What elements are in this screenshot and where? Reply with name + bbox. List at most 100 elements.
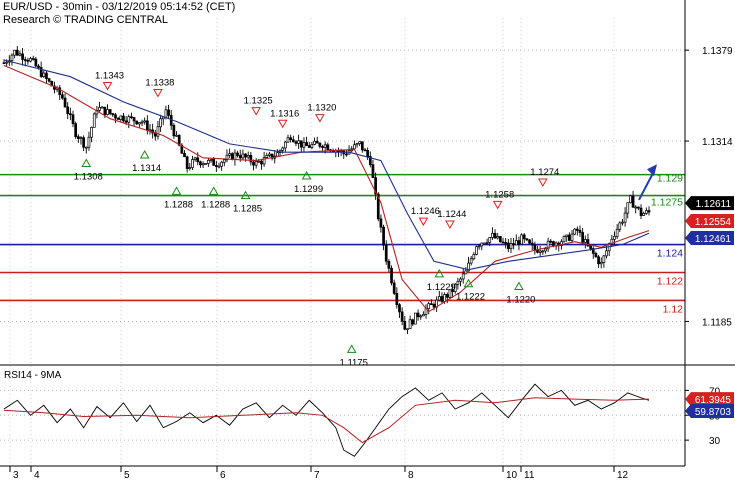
candle-body (212, 159, 216, 166)
candle-body (528, 239, 531, 244)
high-marker (102, 82, 113, 91)
candle-body (156, 126, 160, 137)
candle-body (504, 242, 508, 244)
price-tag-label: 59.8703 (695, 407, 732, 418)
time-tick-label: 6 (220, 470, 226, 480)
candle-body (199, 161, 202, 166)
candle-body (491, 232, 494, 238)
candle-body (61, 94, 64, 99)
low-label: 1.1308 (74, 171, 103, 182)
candle-body (188, 167, 192, 169)
candle-body (254, 161, 258, 166)
candle-body (29, 58, 32, 62)
candle-body (549, 240, 553, 243)
candle-body (313, 140, 316, 145)
candle-body (387, 260, 391, 269)
candle-body (379, 218, 383, 228)
candle-body (594, 253, 598, 258)
candle-body (390, 267, 393, 284)
candle-body (66, 106, 70, 114)
candle-body (201, 163, 205, 166)
candle-body (90, 126, 93, 138)
low-marker (514, 281, 524, 291)
candle-body (18, 53, 22, 56)
candle-body (63, 97, 67, 108)
candle-body (42, 72, 46, 77)
candle-body (565, 234, 569, 237)
candle-body (305, 142, 308, 147)
low-label: 1.1299 (294, 184, 323, 195)
high-marker (251, 107, 262, 116)
candle-body (631, 195, 635, 208)
candle-body (477, 245, 481, 248)
candle-body (403, 320, 407, 330)
candle-body (639, 207, 643, 216)
candle-body (111, 113, 115, 116)
candle-body (506, 242, 510, 249)
candle-body (419, 315, 423, 318)
chart-svg: 1.129 1.1275 1.124 1.122 1.12 1.1343 1.1338 1.… (0, 0, 735, 480)
candle-body (637, 206, 640, 209)
candle-body (228, 153, 231, 156)
candle-body (191, 159, 194, 168)
price-tick-label: 1.1185 (702, 317, 732, 328)
rsi-series (3, 383, 650, 457)
chart-subtitle: Research © TRADING CENTRAL (3, 14, 168, 26)
low-marker (434, 268, 445, 278)
low-label: 1.1288 (201, 199, 230, 210)
candle-body (265, 155, 269, 158)
candle-body (445, 294, 449, 298)
candle-body (512, 243, 515, 246)
candle-body (597, 256, 600, 265)
low-label: 1.1229 (427, 282, 456, 293)
candle-body (291, 139, 295, 143)
candle-body (238, 155, 242, 159)
candle-body (108, 109, 112, 114)
candle-body (562, 236, 566, 243)
candle-body (124, 120, 128, 123)
rsi-ma-line (3, 397, 650, 444)
candle-body (284, 141, 287, 149)
candle-body (355, 143, 359, 146)
candle-body (244, 153, 247, 158)
candle-body (360, 141, 364, 151)
high-label: 1.1338 (145, 77, 174, 88)
candle-body (13, 49, 16, 56)
candle-body (575, 228, 579, 231)
candle-body (21, 53, 24, 60)
candle-body (414, 312, 417, 325)
low-label: 1.1175 (340, 357, 368, 368)
high-label: 1.1343 (95, 71, 124, 82)
candle-body (69, 113, 72, 116)
candle-body (260, 160, 263, 165)
candle-body (358, 141, 362, 144)
candle-body (613, 236, 616, 240)
candle-body (307, 145, 311, 148)
high-marker (418, 217, 429, 227)
high-label: 1.1316 (270, 108, 299, 119)
candle-body (185, 156, 189, 169)
candle-body (644, 210, 648, 214)
candle-body (159, 118, 162, 128)
candle-body (103, 106, 107, 115)
high-label: 1.1320 (307, 103, 336, 114)
candle-body (429, 303, 433, 306)
candle-body (276, 152, 279, 157)
candle-body (384, 244, 388, 262)
high-label: 1.1258 (485, 189, 514, 200)
candle-body (5, 61, 9, 64)
candle-body (642, 213, 646, 216)
candle-body (122, 115, 125, 122)
candle-body (31, 58, 35, 60)
candle-body (193, 157, 197, 160)
high-label: 1.1244 (437, 209, 466, 220)
high-label: 1.1274 (530, 167, 559, 178)
candle-body (71, 114, 75, 124)
candle-body (47, 78, 51, 82)
candle-body (552, 241, 555, 247)
candle-body (236, 152, 239, 156)
price-tag-label: 1.12461 (695, 234, 732, 245)
high-marker (445, 220, 455, 229)
candle-body (92, 113, 96, 128)
candle-body (209, 159, 213, 161)
